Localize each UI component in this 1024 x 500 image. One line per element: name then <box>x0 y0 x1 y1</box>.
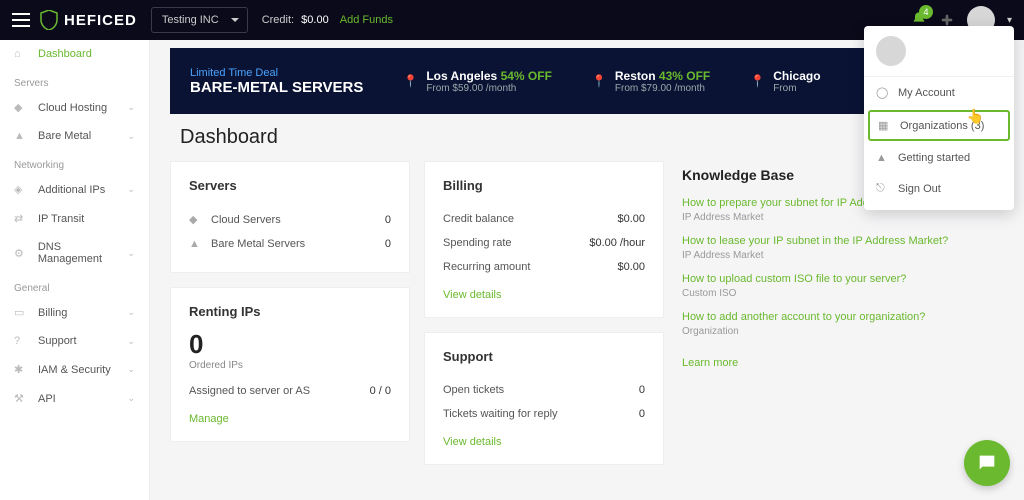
pin-icon: 📍 <box>403 74 418 88</box>
chat-icon <box>976 452 998 474</box>
card-icon: ▭ <box>14 306 30 319</box>
card-title: Renting IPs <box>189 304 391 319</box>
cloud-icon: ◆ <box>14 101 30 114</box>
menu-toggle[interactable] <box>12 13 30 27</box>
billing-row: Credit balance$0.00 <box>443 207 645 231</box>
triangle-icon: ▲ <box>876 152 890 164</box>
dropdown-organizations[interactable]: ▦Organizations (3) <box>868 110 1010 141</box>
diamond-icon: ◈ <box>14 183 30 196</box>
lock-icon: ✱ <box>14 363 30 376</box>
chat-fab[interactable] <box>964 440 1010 486</box>
diamond-icon: ◆ <box>189 213 203 226</box>
sidebar-api[interactable]: ⚒API⌄ <box>0 384 149 413</box>
sidebar-support[interactable]: ?Support⌄ <box>0 327 149 355</box>
kb-link[interactable]: How to add another account to your organ… <box>682 311 925 323</box>
promo-deal-2: 📍 ChicagoFrom <box>750 69 820 94</box>
billing-card: Billing Credit balance$0.00 Spending rat… <box>424 161 664 318</box>
renting-card: Renting IPs 0 Ordered IPs Assigned to se… <box>170 287 410 442</box>
support-row: Tickets waiting for reply0 <box>443 402 645 426</box>
sidebar-bare-metal[interactable]: ▲Bare Metal⌄ <box>0 122 149 150</box>
home-icon: ⌂ <box>14 48 30 60</box>
sidebar-group-servers: Servers <box>0 68 149 93</box>
sidebar-cloud-hosting[interactable]: ◆Cloud Hosting⌄ <box>0 93 149 122</box>
sidebar-billing[interactable]: ▭Billing⌄ <box>0 298 149 327</box>
server-icon: ▲ <box>189 238 203 250</box>
shield-icon <box>40 10 58 30</box>
chevron-down-icon: ⌄ <box>127 336 135 347</box>
credit-value: $0.00 <box>301 14 329 26</box>
renting-count: 0 <box>189 329 391 360</box>
dropdown-sign-out[interactable]: ⎋Sign Out <box>864 173 1014 204</box>
kb-item: How to lease your IP subnet in the IP Ad… <box>682 233 1000 261</box>
gear-icon: ⚙ <box>14 247 30 260</box>
chevron-down-icon: ⌄ <box>127 307 135 318</box>
cloud-servers-row: ◆Cloud Servers0 <box>189 207 391 232</box>
servers-card: Servers ◆Cloud Servers0 ▲Bare Metal Serv… <box>170 161 410 273</box>
billing-row: Recurring amount$0.00 <box>443 255 645 279</box>
kb-learn-more[interactable]: Learn more <box>682 347 738 369</box>
card-title: Billing <box>443 178 645 193</box>
sidebar-dashboard[interactable]: ⌂ Dashboard <box>0 40 149 68</box>
transit-icon: ⇄ <box>14 212 30 225</box>
sidebar-group-networking: Networking <box>0 150 149 175</box>
credit-area: Credit: $0.00 Add Funds <box>262 14 393 26</box>
promo-deal-0: 📍 Los Angeles 54% OFFFrom $59.00 /month <box>403 69 552 94</box>
org-icon: ▦ <box>878 119 892 132</box>
server-icon: ▲ <box>14 130 30 142</box>
help-icon: ? <box>14 335 30 347</box>
exit-icon: ⎋ <box>876 182 890 195</box>
user-icon: ◯ <box>876 86 890 99</box>
chevron-down-icon[interactable]: ▾ <box>1007 15 1012 26</box>
kb-link[interactable]: How to upload custom ISO file to your se… <box>682 273 906 285</box>
user-dropdown: ◯My Account ▦Organizations (3) ▲Getting … <box>864 26 1014 210</box>
promo-title: BARE-METAL SERVERS <box>190 79 363 96</box>
manage-link[interactable]: Manage <box>189 403 229 425</box>
chevron-down-icon: ⌄ <box>127 131 135 142</box>
chevron-down-icon: ⌄ <box>127 184 135 195</box>
dropdown-my-account[interactable]: ◯My Account <box>864 77 1014 108</box>
pin-icon: 📍 <box>750 74 765 88</box>
bare-metal-row: ▲Bare Metal Servers0 <box>189 232 391 256</box>
sidebar-group-general: General <box>0 273 149 298</box>
sidebar-ip-transit[interactable]: ⇄IP Transit <box>0 204 149 233</box>
brand-logo[interactable]: HEFICED <box>40 10 137 30</box>
org-selector[interactable]: Testing INC <box>151 7 248 33</box>
notification-badge: 4 <box>919 5 933 19</box>
promo-deal-1: 📍 Reston 43% OFFFrom $79.00 /month <box>592 69 710 94</box>
support-details-link[interactable]: View details <box>443 426 502 448</box>
billing-row: Spending rate$0.00 /hour <box>443 231 645 255</box>
dropdown-getting-started[interactable]: ▲Getting started <box>864 143 1014 173</box>
avatar <box>876 36 906 66</box>
chevron-down-icon: ⌄ <box>127 393 135 404</box>
sidebar-additional-ips[interactable]: ◈Additional IPs⌄ <box>0 175 149 204</box>
sidebar: ⌂ Dashboard Servers ◆Cloud Hosting⌄ ▲Bar… <box>0 40 150 500</box>
chevron-down-icon: ⌄ <box>127 102 135 113</box>
billing-details-link[interactable]: View details <box>443 279 502 301</box>
card-title: Servers <box>189 178 391 193</box>
api-icon: ⚒ <box>14 392 30 405</box>
kb-item: How to add another account to your organ… <box>682 309 1000 337</box>
support-row: Open tickets0 <box>443 378 645 402</box>
add-funds-link[interactable]: Add Funds <box>340 14 393 26</box>
chevron-down-icon: ⌄ <box>127 248 135 259</box>
brand-text: HEFICED <box>64 12 137 29</box>
sidebar-dns[interactable]: ⚙DNS Management⌄ <box>0 233 149 273</box>
assigned-row: Assigned to server or AS0 / 0 <box>189 379 391 403</box>
kb-item: How to upload custom ISO file to your se… <box>682 271 1000 299</box>
card-title: Support <box>443 349 645 364</box>
support-card: Support Open tickets0 Tickets waiting fo… <box>424 332 664 465</box>
kb-link[interactable]: How to lease your IP subnet in the IP Ad… <box>682 235 948 247</box>
ordered-label: Ordered IPs <box>189 360 391 371</box>
sidebar-iam[interactable]: ✱IAM & Security⌄ <box>0 355 149 384</box>
chevron-down-icon: ⌄ <box>127 364 135 375</box>
dropdown-header <box>864 26 1014 77</box>
pin-icon: 📍 <box>592 74 607 88</box>
promo-tag: Limited Time Deal <box>190 67 363 79</box>
